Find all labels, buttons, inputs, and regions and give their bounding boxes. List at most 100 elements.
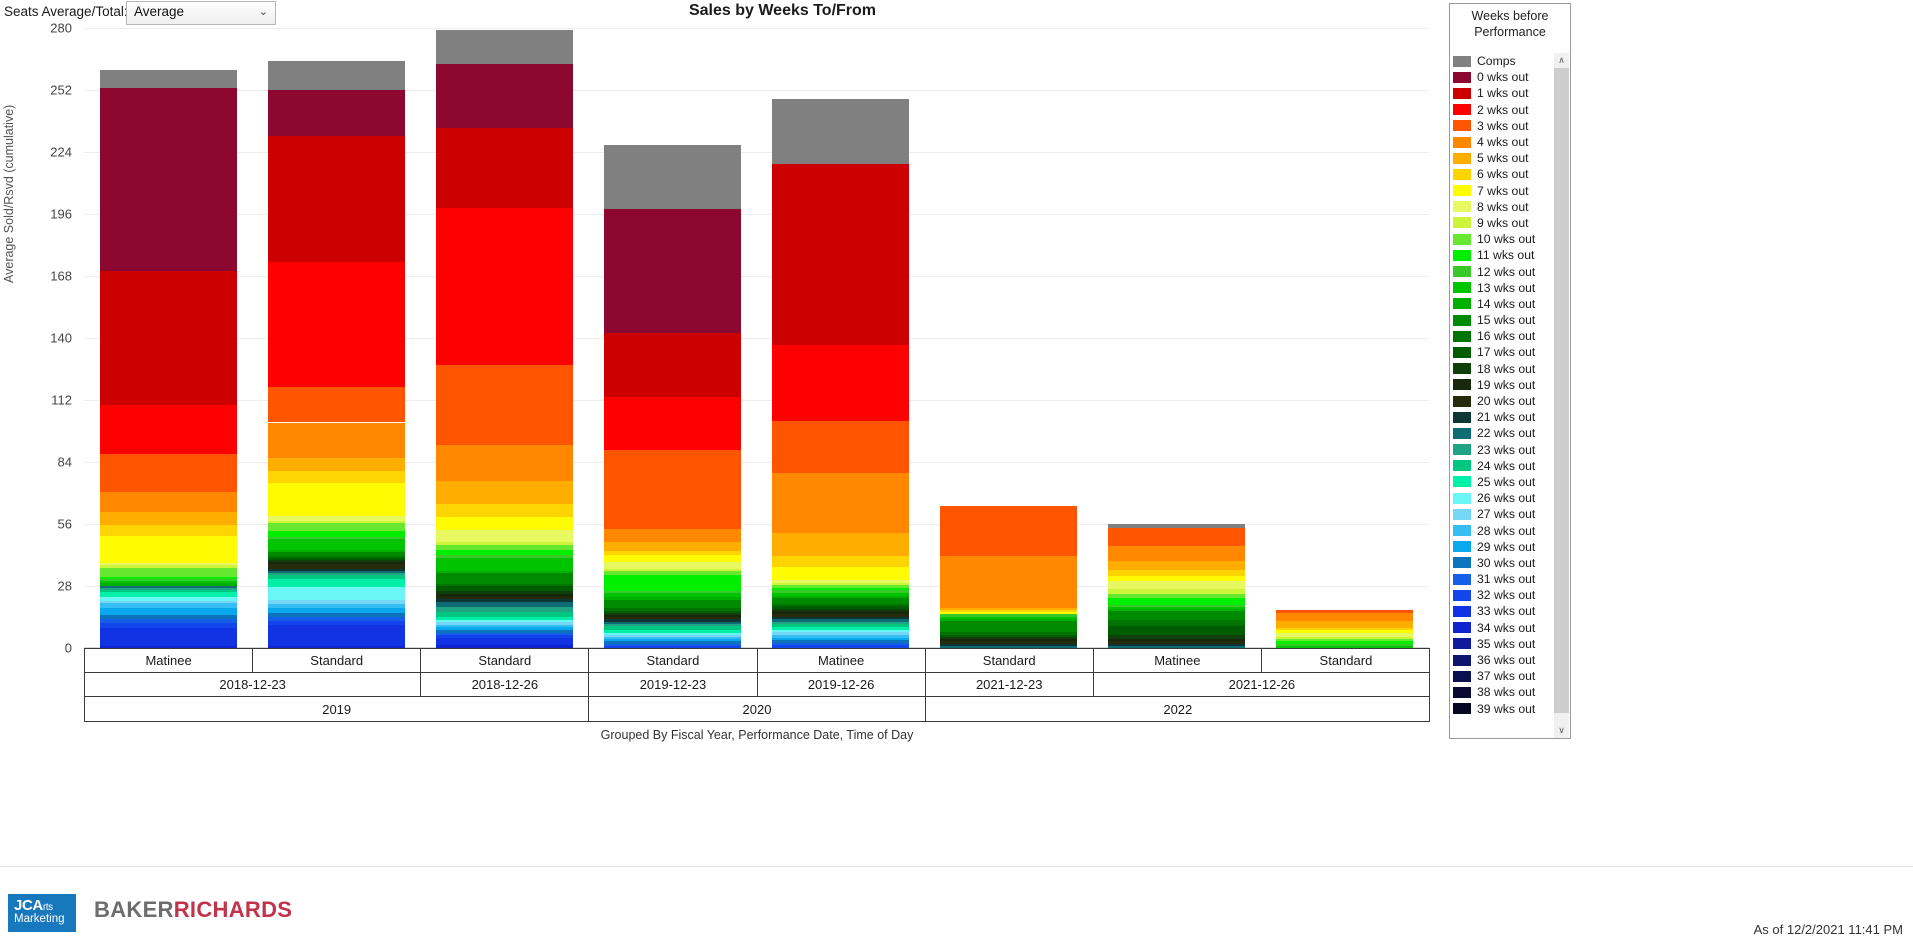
bar-segment[interactable] [603,641,741,644]
legend-item[interactable]: 18 wks out [1450,361,1554,377]
legend-item[interactable]: 37 wks out [1450,668,1554,684]
bar-segment[interactable] [940,614,1078,617]
bar-segment[interactable] [99,576,237,579]
bar-segment[interactable] [772,634,910,638]
legend-item[interactable]: Comps [1450,53,1554,69]
bar-segment[interactable] [940,616,1078,619]
legend-item[interactable]: 7 wks out [1450,183,1554,199]
legend-item[interactable]: 15 wks out [1450,312,1554,328]
bar-segment[interactable] [435,555,573,558]
stacked-bar[interactable] [267,61,405,648]
legend-item[interactable]: 38 wks out [1450,684,1554,700]
bar-segment[interactable] [267,560,405,563]
bar-segment[interactable] [603,632,741,635]
bar-segment[interactable] [1108,626,1246,635]
bar-segment[interactable] [435,635,573,638]
stacked-bar[interactable] [1276,610,1414,648]
bar-segment[interactable] [940,607,1078,610]
bar-segment[interactable] [940,621,1078,633]
bar-segment[interactable] [1276,612,1414,622]
legend-item[interactable]: 6 wks out [1450,166,1554,182]
bar-segment[interactable] [603,570,741,576]
scroll-up-icon[interactable]: ∧ [1554,53,1569,68]
bar-segment[interactable] [267,470,405,484]
bar-segment[interactable] [99,567,237,577]
bar-segment[interactable] [772,606,910,609]
bar-segment[interactable] [267,520,405,523]
bar-segment[interactable] [1108,561,1246,570]
bar-segment[interactable] [772,624,910,628]
bar-segment[interactable] [267,604,405,609]
bar-segment[interactable] [603,396,741,450]
bar-segment[interactable] [99,536,237,564]
bar-segment[interactable] [772,616,910,620]
legend-item[interactable]: 1 wks out [1450,85,1554,101]
bar-segment[interactable] [99,592,237,597]
legend-item[interactable]: 5 wks out [1450,150,1554,166]
bar-segment[interactable] [772,629,910,633]
legend-item[interactable]: 26 wks out [1450,490,1554,506]
bar-segment[interactable] [99,525,237,537]
bar-segment[interactable] [1276,610,1414,613]
bar-segment[interactable] [435,542,573,546]
bar-segment[interactable] [267,625,405,646]
bar-segment[interactable] [435,591,573,594]
legend-item[interactable]: 20 wks out [1450,393,1554,409]
legend-item[interactable]: 3 wks out [1450,118,1554,134]
bar-segment[interactable] [99,590,237,593]
bar-segment[interactable] [267,574,405,580]
bar-segment[interactable] [435,617,573,620]
bar-segment[interactable] [435,550,573,556]
legend-item[interactable]: 36 wks out [1450,652,1554,668]
bar-segment[interactable] [435,593,573,597]
stacked-bar[interactable] [1108,524,1246,648]
bar-segment[interactable] [772,637,910,641]
bar-segment[interactable] [99,603,237,608]
bar-segment[interactable] [435,573,573,584]
bar-segment[interactable] [99,87,237,271]
bar-segment[interactable] [772,593,910,596]
legend-item[interactable]: 10 wks out [1450,231,1554,247]
bar-segment[interactable] [435,601,573,607]
bar-segment[interactable] [267,522,405,532]
bar-segment[interactable] [603,623,741,626]
bar-segment[interactable] [267,558,405,561]
bar-segment[interactable] [1108,569,1246,577]
bar-segment[interactable] [603,621,741,624]
bar-segment[interactable] [603,608,741,611]
legend-item[interactable]: 39 wks out [1450,701,1554,717]
bar-segment[interactable] [772,608,910,612]
bar-segment[interactable] [772,344,910,421]
bar-segment[interactable] [603,643,741,646]
bar-segment[interactable] [435,599,573,602]
legend-item[interactable]: 11 wks out [1450,247,1554,263]
bar-segment[interactable] [603,562,741,569]
bar-segment[interactable] [99,270,237,405]
bar-segment[interactable] [267,549,405,552]
legend-item[interactable]: 17 wks out [1450,344,1554,360]
bar-segment[interactable] [267,612,405,617]
bar-segment[interactable] [772,580,910,583]
bar-segment[interactable] [772,632,910,635]
bar-segment[interactable] [267,599,405,605]
bar-segment[interactable] [603,617,741,620]
bar-segment[interactable] [267,570,405,573]
bar-segment[interactable] [772,164,910,345]
bar-segment[interactable] [772,472,910,533]
bar-segment[interactable] [267,531,405,538]
bar-segment[interactable] [1108,597,1246,605]
bar-segment[interactable] [1108,643,1246,646]
bar-segment[interactable] [1276,636,1414,640]
bar-segment[interactable] [603,636,741,640]
bar-segment[interactable] [603,597,741,600]
legend-item[interactable]: 34 wks out [1450,620,1554,636]
legend-item[interactable]: 31 wks out [1450,571,1554,587]
stacked-bar[interactable] [772,98,910,648]
bar-segment[interactable] [1108,593,1246,598]
bar-segment[interactable] [1276,628,1414,631]
bar-segment[interactable] [99,491,237,512]
bar-segment[interactable] [435,583,573,587]
bar-segment[interactable] [603,639,741,642]
legend-item[interactable]: 32 wks out [1450,587,1554,603]
bar-segment[interactable] [267,387,405,423]
